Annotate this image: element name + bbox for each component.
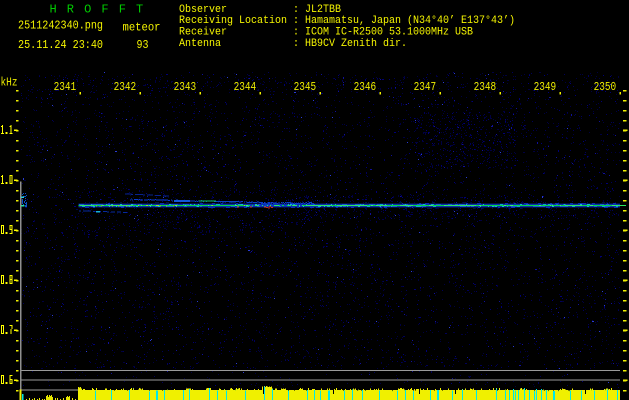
svg-text:Observer : JL2TBB: Observer : JL2TBB bbox=[179, 4, 341, 16]
svg-text:2344: 2344 bbox=[234, 80, 257, 94]
svg-text:kHz: kHz bbox=[1, 75, 18, 89]
svg-text:2345: 2345 bbox=[294, 80, 317, 94]
svg-text:2347: 2347 bbox=[414, 80, 437, 94]
svg-text:O: O bbox=[84, 2, 91, 16]
svg-text:2511242340.png: 2511242340.png bbox=[18, 19, 103, 33]
svg-text:F: F bbox=[119, 2, 126, 16]
svg-text:2341: 2341 bbox=[54, 80, 77, 94]
svg-text:Receiving Location : Hamamatsu: Receiving Location : Hamamatsu, Japan (N… bbox=[179, 15, 515, 27]
svg-text:Receiver : ICOM IC-R: Receiver : ICOM IC-R2500 53.1000MHz USB bbox=[179, 26, 473, 38]
svg-text:25.11.24 23:40: 25.11.24 23:40 bbox=[18, 38, 103, 52]
svg-text:H: H bbox=[50, 2, 57, 16]
svg-text:Antenna : HB9CV Zen: Antenna : HB9CV Zenith dir. bbox=[179, 38, 407, 50]
svg-text:F: F bbox=[101, 2, 108, 16]
svg-text:2349: 2349 bbox=[534, 80, 557, 94]
svg-text:2350: 2350 bbox=[594, 80, 617, 94]
svg-text:R: R bbox=[67, 2, 74, 16]
svg-text:meteor: meteor bbox=[123, 20, 161, 34]
svg-text:93: 93 bbox=[137, 38, 149, 52]
svg-text:2348: 2348 bbox=[474, 80, 497, 94]
svg-text:2342: 2342 bbox=[114, 80, 137, 94]
svg-text:2343: 2343 bbox=[174, 80, 197, 94]
svg-text:2346: 2346 bbox=[354, 80, 377, 94]
svg-text:T: T bbox=[136, 2, 143, 16]
